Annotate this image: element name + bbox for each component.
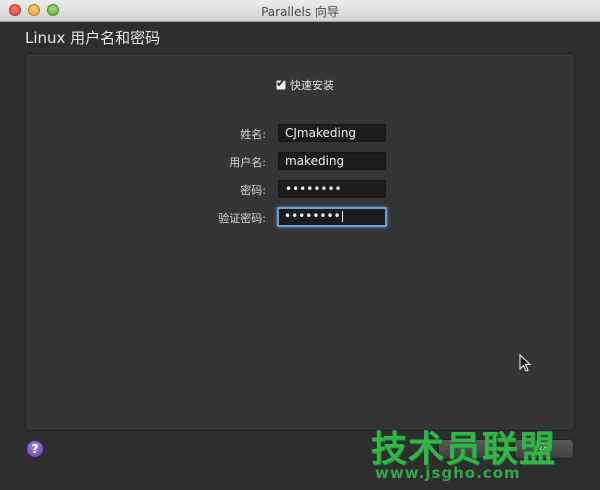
checkmark-icon: ✔ <box>276 76 287 90</box>
username-field[interactable]: makeding <box>278 152 386 170</box>
help-button[interactable]: ? <box>26 440 44 458</box>
quick-install-checkbox[interactable]: ✔ 快速安装 <box>276 76 334 93</box>
confirm-password-field[interactable]: •••••••• <box>277 207 387 227</box>
password-label: 密码: <box>240 184 266 197</box>
mouse-cursor-icon <box>519 354 531 372</box>
checkbox-box[interactable]: ✔ <box>276 76 286 90</box>
password-field[interactable]: •••••••• <box>278 180 386 198</box>
name-field[interactable]: CJmakeding <box>278 124 386 142</box>
confirm-password-value: •••••••• <box>284 209 341 223</box>
watermark: 技术员联盟 www.jsgho.com <box>365 418 580 488</box>
content-panel <box>25 53 575 431</box>
title-bar[interactable]: Parallels 向导 <box>0 0 600 22</box>
page-title: Linux 用户名和密码 <box>25 29 161 47</box>
name-label: 姓名: <box>240 128 266 141</box>
text-caret <box>341 211 343 222</box>
parallels-wizard-window: Parallels 向导 Linux 用户名和密码 ✔ 快速安装 姓名: CJm… <box>0 0 600 490</box>
confirm-password-label: 验证密码: <box>218 212 266 225</box>
quick-install-label: 快速安装 <box>290 79 334 92</box>
window-title: Parallels 向导 <box>261 5 339 19</box>
username-label: 用户名: <box>229 156 266 169</box>
watermark-url: www.jsgho.com <box>375 464 521 482</box>
